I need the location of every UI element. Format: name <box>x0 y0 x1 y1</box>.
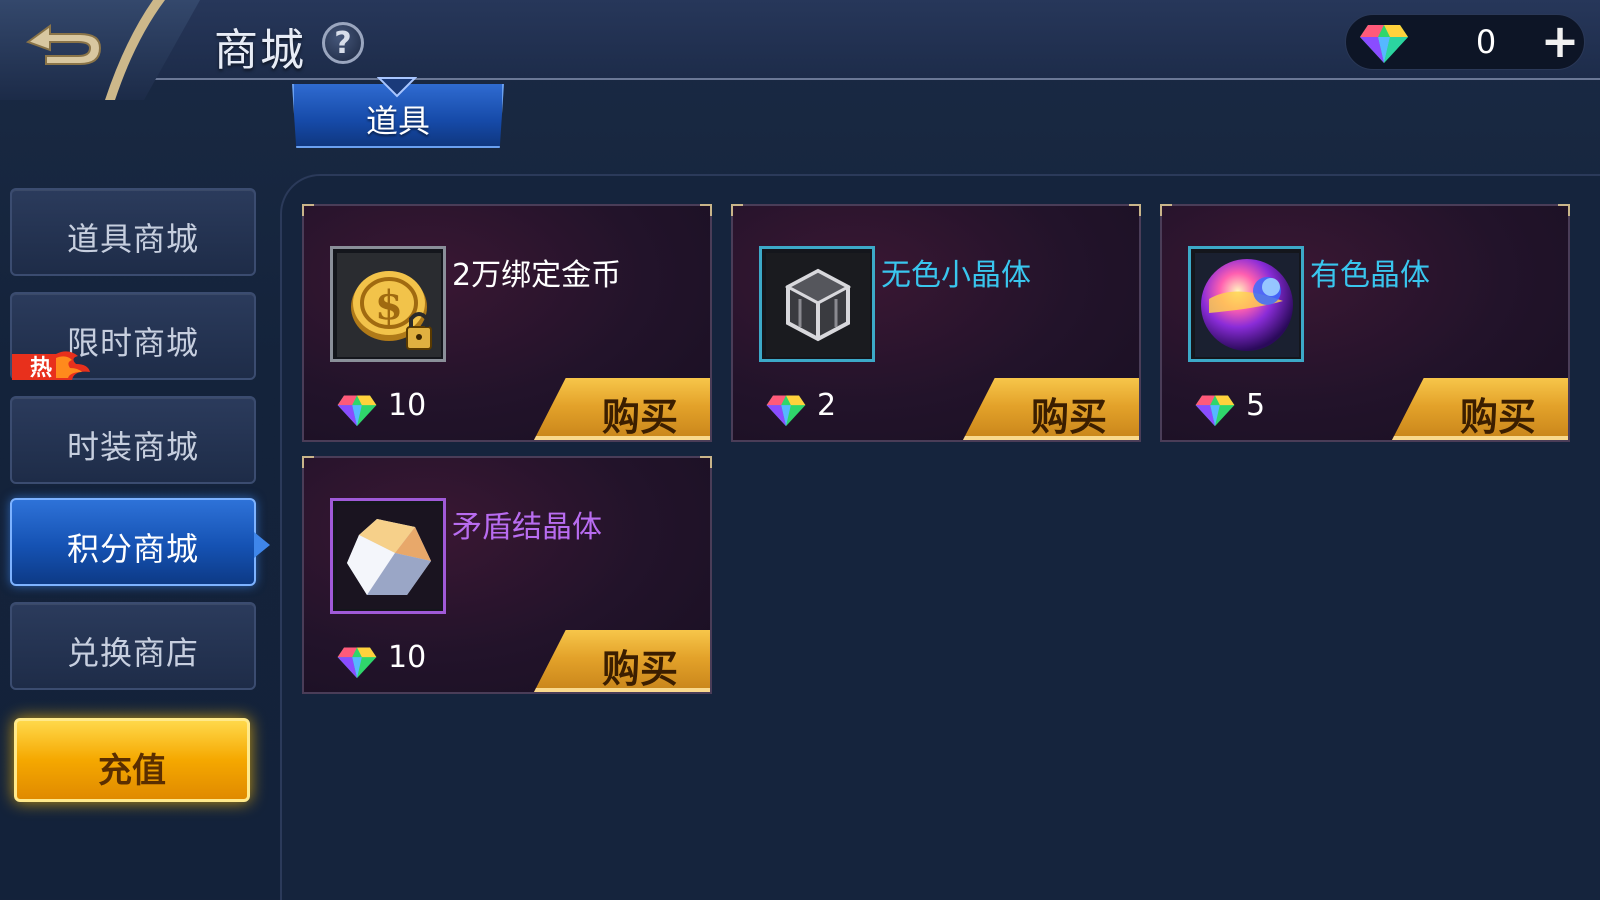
gold-coin-lock-icon: $ <box>337 253 441 357</box>
buy-button-label: 购买 <box>601 647 678 691</box>
item-price: 10 <box>388 640 427 675</box>
hot-badge-label: 热 <box>30 355 52 381</box>
back-button[interactable] <box>0 0 200 100</box>
tab-indicator-icon <box>377 77 417 98</box>
item-name: 无色小晶体 <box>881 258 1031 293</box>
help-icon[interactable]: ? <box>322 22 364 64</box>
colored-crystal-orb-icon <box>1195 253 1299 357</box>
item-name: 2万绑定金币 <box>452 258 622 293</box>
hot-badge-icon: 热 <box>12 351 90 381</box>
item-icon-frame[interactable]: $ <box>330 246 446 362</box>
contradiction-crystal-icon <box>337 505 441 609</box>
sidebar-item-label: 积分商城 <box>66 530 199 568</box>
recharge-label: 充值 <box>98 751 166 791</box>
tab-label: 道具 <box>365 102 430 140</box>
buy-button-label: 购买 <box>601 395 678 439</box>
shop-item-card: $ 2万绑定金币 10 购买 <box>302 204 712 442</box>
currency-display: 0 + <box>1345 14 1585 70</box>
item-icon-frame[interactable] <box>330 498 446 614</box>
buy-button[interactable]: 购买 <box>963 378 1139 440</box>
item-name: 矛盾结晶体 <box>452 510 602 545</box>
item-icon-frame[interactable] <box>759 246 875 362</box>
buy-button[interactable]: 购买 <box>534 378 710 440</box>
gem-icon <box>337 395 377 427</box>
back-arrow-icon <box>25 24 102 65</box>
active-pointer-icon <box>254 532 270 558</box>
buy-button[interactable]: 购买 <box>1392 378 1568 440</box>
sidebar-item-label: 时装商城 <box>66 428 199 466</box>
currency-value: 0 <box>1475 23 1497 61</box>
gem-icon <box>1360 25 1408 63</box>
sidebar-item-item-shop[interactable]: 道具商城 <box>10 188 256 276</box>
page-title: 商城 <box>214 25 306 76</box>
sidebar-item-points-shop[interactable]: 积分商城 <box>10 498 270 586</box>
buy-button-label: 购买 <box>1459 395 1536 439</box>
gem-icon <box>1195 395 1235 427</box>
sidebar-item-label: 兑换商店 <box>66 634 199 672</box>
gem-icon <box>766 395 806 427</box>
item-price: 5 <box>1246 388 1266 423</box>
shop-item-card: 无色小晶体 2 购买 <box>731 204 1141 442</box>
svg-text:$: $ <box>375 282 403 329</box>
sidebar-item-limited-shop[interactable]: 限时商城 热 <box>10 292 256 381</box>
recharge-button[interactable]: 充值 <box>14 718 250 802</box>
sidebar-item-fashion-shop[interactable]: 时装商城 <box>10 396 256 484</box>
buy-button[interactable]: 购买 <box>534 630 710 692</box>
item-price: 10 <box>388 388 427 423</box>
gem-icon <box>337 647 377 679</box>
shop-item-card: 有色晶体 5 购买 <box>1160 204 1570 442</box>
shop-item-card: 矛盾结晶体 10 购买 <box>302 456 712 694</box>
item-name: 有色晶体 <box>1310 258 1430 293</box>
buy-button-label: 购买 <box>1030 395 1107 439</box>
add-currency-button[interactable]: + <box>1538 18 1582 65</box>
sidebar-item-label: 道具商城 <box>66 220 199 258</box>
item-icon-frame[interactable] <box>1188 246 1304 362</box>
sidebar-item-exchange-shop[interactable]: 兑换商店 <box>10 602 256 690</box>
item-price: 2 <box>817 388 837 423</box>
colorless-crystal-icon <box>766 253 870 357</box>
